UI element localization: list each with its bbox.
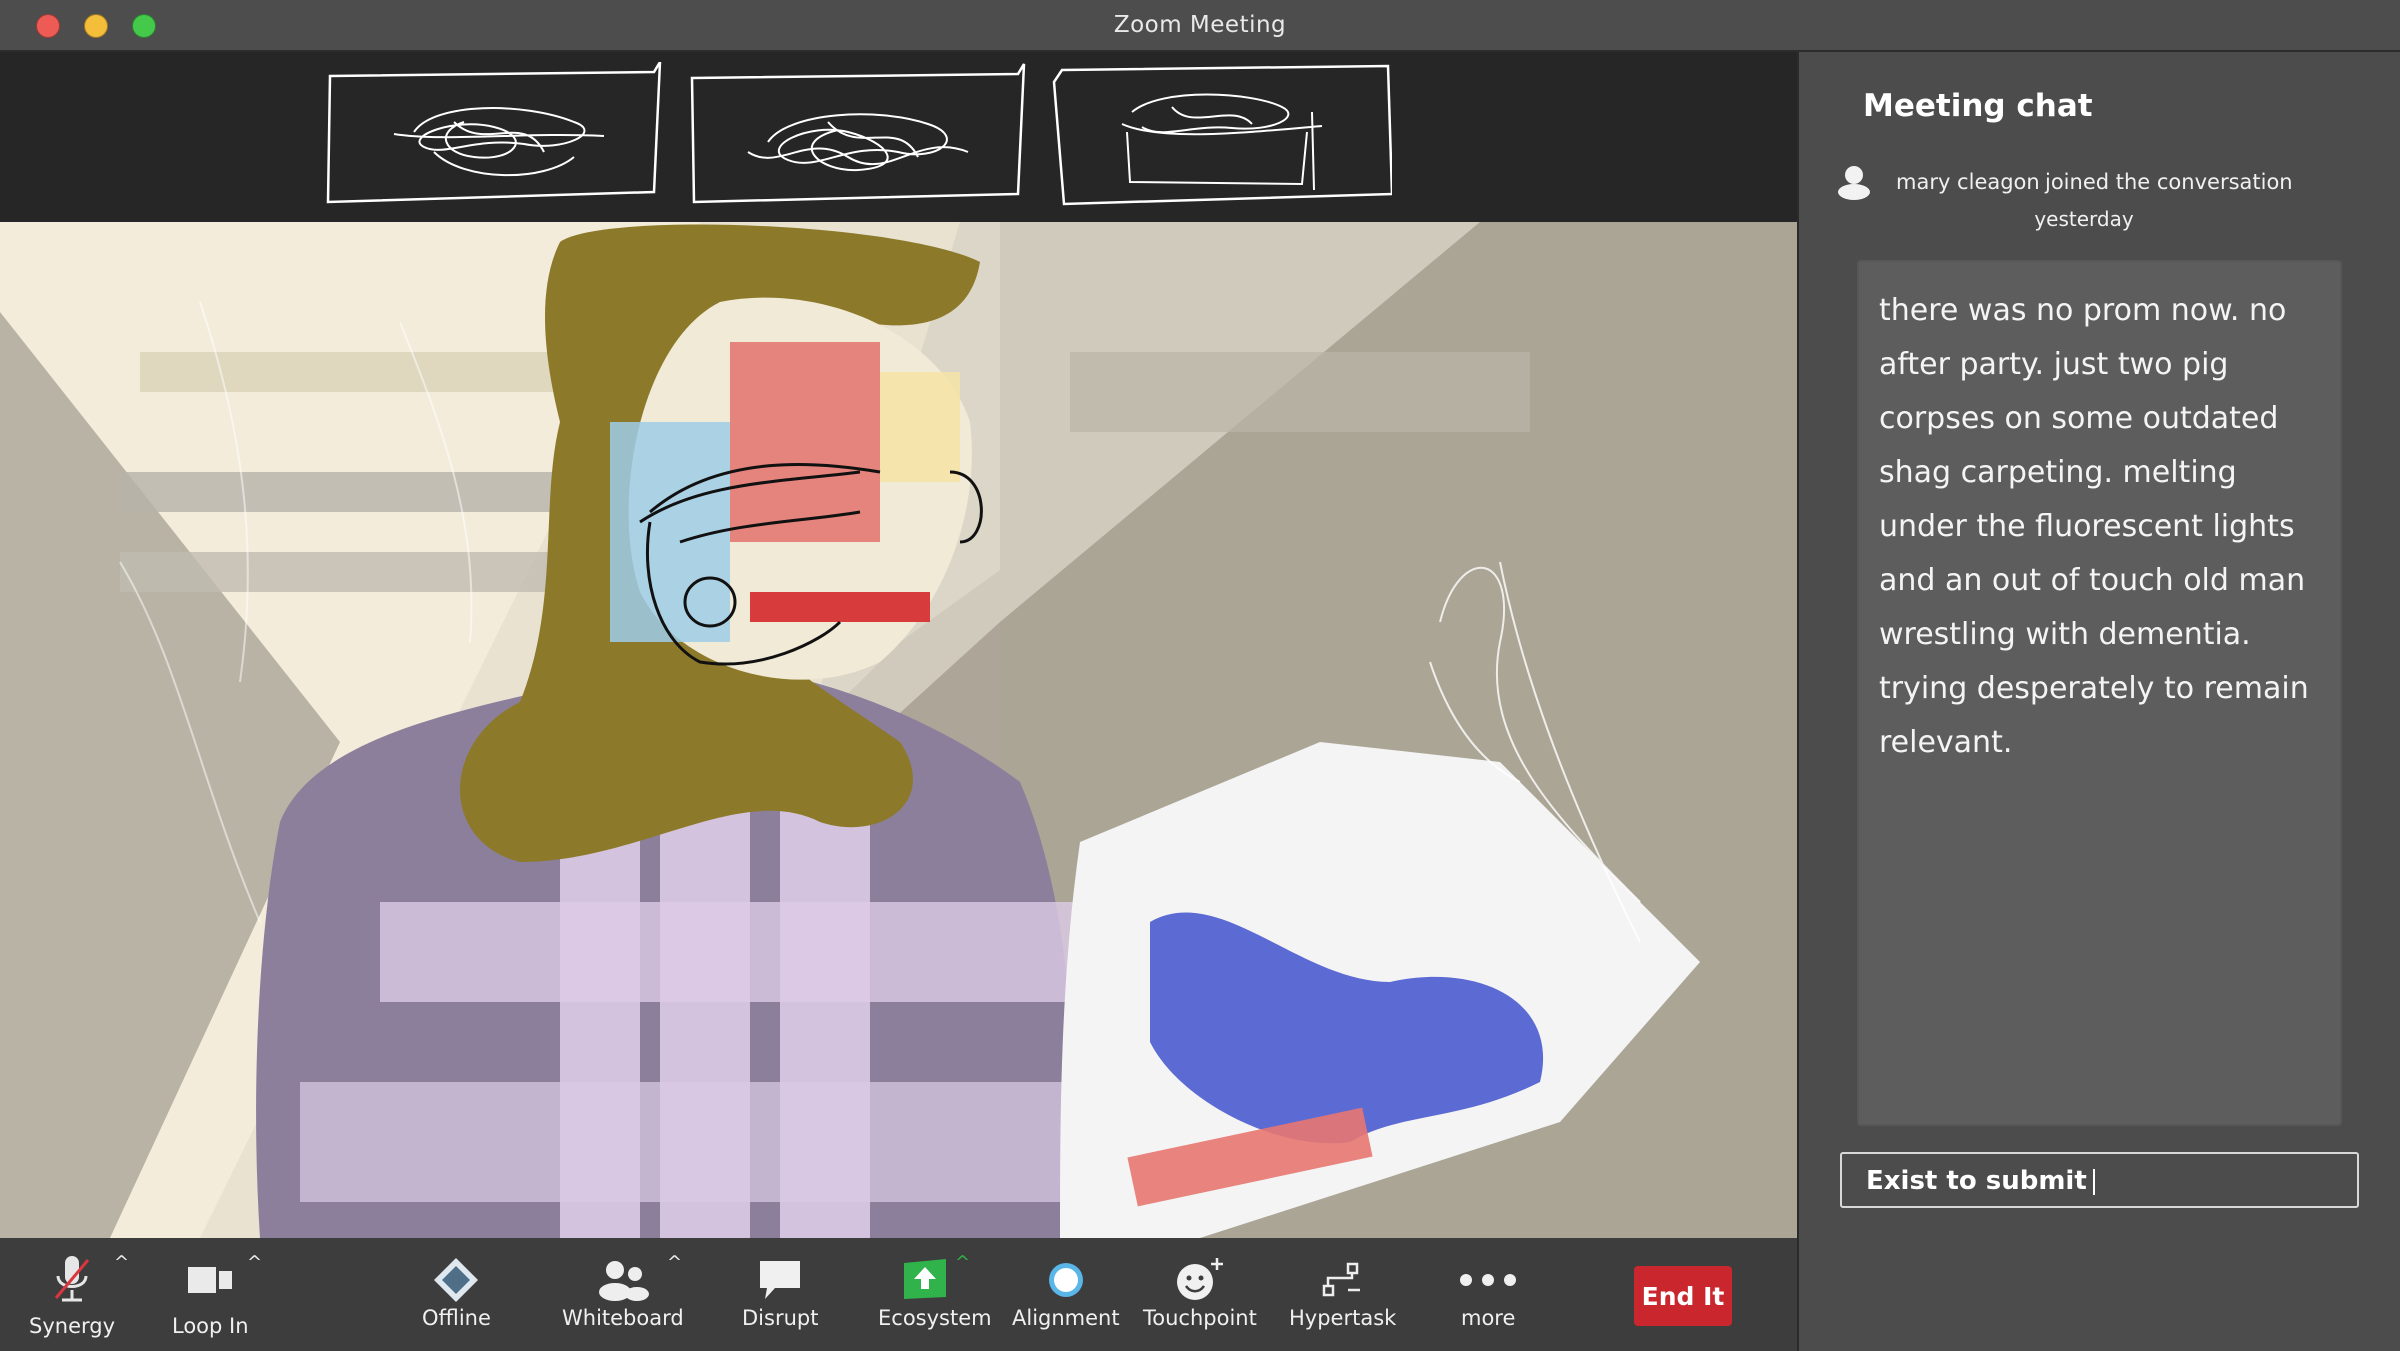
touchpoint-button[interactable]: Touchpoint [1143, 1238, 1257, 1351]
flow-icon [1302, 1252, 1382, 1308]
participant-thumbnail-strip [0, 52, 1797, 228]
smiley-plus-icon [1160, 1252, 1240, 1308]
ecosystem-label: Ecosystem [878, 1306, 992, 1330]
user-avatar-icon [1838, 166, 1870, 200]
painted-speaker-image [0, 222, 1797, 1238]
loop-in-button[interactable]: Loop In [168, 1238, 252, 1351]
touchpoint-label: Touchpoint [1143, 1306, 1257, 1330]
scribble-thumbnail-2 [690, 63, 1026, 204]
chat-input[interactable]: Exist to submit [1840, 1152, 2359, 1208]
chat-title: Meeting chat [1863, 88, 2093, 124]
participant-thumbnail-2[interactable] [688, 62, 1028, 206]
participant-thumbnail-1[interactable] [324, 61, 664, 206]
hypertask-label: Hypertask [1289, 1306, 1397, 1330]
chat-timestamp: yesterday [2034, 207, 2134, 231]
diamond-icon [416, 1252, 496, 1308]
chat-user-name: mary cleagon [1896, 170, 2040, 194]
speech-bubble-icon [740, 1252, 820, 1308]
alignment-button[interactable]: Alignment [1012, 1238, 1120, 1351]
share-up-arrow-icon [885, 1252, 965, 1308]
synergy-options-caret[interactable]: ^ [114, 1252, 129, 1273]
microphone-muted-icon [32, 1252, 112, 1308]
more-button[interactable]: more [1448, 1238, 1528, 1351]
window-title: Zoom Meeting [1113, 12, 1287, 38]
chat-input-value: Exist to submit [1866, 1166, 2095, 1196]
offline-button[interactable]: Offline [416, 1238, 496, 1351]
more-label: more [1461, 1306, 1516, 1330]
video-camera-icon [170, 1252, 250, 1308]
loop-in-options-caret[interactable]: ^ [247, 1252, 262, 1273]
synergy-label: Synergy [29, 1314, 116, 1338]
chat-panel: Meeting chat mary cleagon joined the con… [1797, 52, 2400, 1351]
participant-thumbnail-3[interactable] [1052, 62, 1394, 206]
ecosystem-button[interactable]: Ecosystem [878, 1238, 992, 1351]
offline-label: Offline [422, 1306, 491, 1330]
scribble-thumbnail-1 [326, 61, 662, 204]
disrupt-button[interactable]: Disrupt [738, 1238, 822, 1351]
chat-join-text: joined the conversation [2045, 170, 2293, 194]
title-bar: Zoom Meeting [0, 0, 2400, 52]
circle-icon [1026, 1252, 1106, 1308]
loop-in-label: Loop In [172, 1314, 249, 1338]
main-video-feed[interactable] [0, 222, 1797, 1238]
text-caret [2092, 1168, 2095, 1195]
whiteboard-label: Whiteboard [562, 1306, 684, 1330]
alignment-label: Alignment [1012, 1306, 1120, 1330]
participants-icon [583, 1252, 663, 1308]
disrupt-label: Disrupt [742, 1306, 819, 1330]
end-meeting-button[interactable]: End It [1634, 1266, 1732, 1326]
synergy-button[interactable]: Synergy [29, 1238, 116, 1351]
meeting-toolbar: Synergy ^ Loop In ^ Offline Whiteboard ^… [0, 1238, 1797, 1351]
ecosystem-options-caret[interactable]: ^ [955, 1252, 970, 1273]
whiteboard-options-caret[interactable]: ^ [667, 1252, 682, 1273]
chat-message-bubble: there was no prom now. no after party. j… [1857, 260, 2342, 1126]
hypertask-button[interactable]: Hypertask [1282, 1238, 1402, 1351]
more-dots-icon [1448, 1252, 1528, 1308]
chat-message-text: there was no prom now. no after party. j… [1879, 293, 2309, 760]
scribble-thumbnail-3 [1052, 64, 1394, 206]
whiteboard-button[interactable]: Whiteboard [562, 1238, 684, 1351]
